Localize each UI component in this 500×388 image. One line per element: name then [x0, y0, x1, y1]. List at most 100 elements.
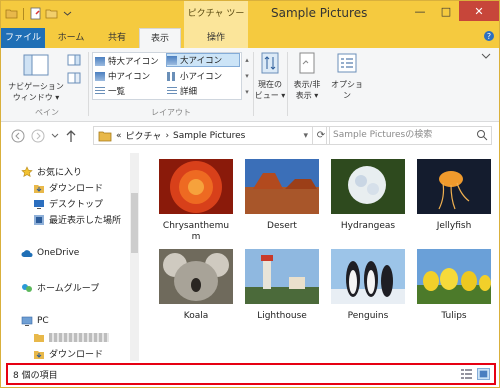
layout-large-icons[interactable]: 大アイコン — [166, 53, 240, 67]
tab-manage[interactable]: 操作 — [184, 28, 248, 48]
layout-details[interactable]: 詳細 — [167, 84, 237, 98]
layout-extra-large-icons[interactable]: 特大アイコン — [95, 54, 165, 68]
search-icon[interactable] — [476, 129, 488, 141]
help-icon[interactable]: ? — [483, 30, 495, 42]
file-item-chrysanthemum[interactable]: Chrysanthemu m — [155, 159, 237, 243]
thumbnail-lighthouse — [245, 249, 319, 304]
caption-buttons: — □ ✕ — [407, 1, 499, 21]
current-view-button[interactable]: 現在の ビュー ▾ — [254, 52, 286, 101]
thumbnail-desert — [245, 159, 319, 214]
list-icon — [95, 86, 105, 96]
qat-separator — [23, 7, 24, 20]
file-name: Lighthouse — [257, 311, 307, 321]
thumbnail-penguins — [331, 249, 405, 304]
nav-onedrive[interactable]: OneDrive — [21, 248, 79, 258]
new-folder-icon[interactable] — [45, 7, 58, 20]
tab-view[interactable]: 表示 — [139, 28, 181, 48]
options-button[interactable]: オプション — [328, 52, 366, 101]
nav-favorites[interactable]: お気に入り — [21, 165, 82, 178]
details-pane-icon[interactable] — [67, 72, 81, 84]
breadcrumb-pictures[interactable]: ピクチャ — [126, 129, 162, 142]
options-label: オプション — [331, 80, 363, 100]
ribbon-tabs: ファイル ホーム 共有 表示 操作 — [1, 28, 499, 48]
context-tab-group-label: ピクチャ ツール — [184, 1, 248, 46]
thumbnail-jellyfish — [417, 159, 491, 214]
nav-downloads[interactable]: ダウンロード — [33, 181, 103, 194]
preview-pane-icon[interactable] — [67, 54, 81, 66]
thumbnail-koala — [159, 249, 233, 304]
downloads-icon — [34, 184, 44, 193]
back-icon[interactable] — [11, 129, 25, 143]
layout-medium-icons[interactable]: 中アイコン — [95, 69, 165, 83]
address-dropdown-icon[interactable]: ▾ — [303, 131, 308, 141]
nav-item-label: デスクトップ — [49, 200, 104, 210]
file-item-desert[interactable]: Desert — [241, 159, 323, 232]
forward-icon[interactable] — [31, 129, 45, 143]
user-folder-icon — [34, 334, 44, 342]
file-item-penguins[interactable]: Penguins — [327, 249, 409, 322]
nav-homegroup-label: ホームグループ — [37, 284, 100, 294]
scrollbar-thumb[interactable] — [131, 193, 138, 253]
nav-item-label: 最近表示した場所 — [49, 216, 122, 226]
gallery-scroll[interactable]: ▴ ▾ ▾ — [243, 52, 251, 100]
redacted-name — [49, 332, 109, 342]
recent-places-icon — [34, 214, 44, 225]
properties-icon[interactable] — [29, 7, 42, 20]
downloads-icon — [34, 350, 44, 359]
title-bar: ピクチャ ツール Sample Pictures — □ ✕ — [1, 1, 499, 46]
layout-item-label: 詳細 — [180, 87, 198, 97]
file-item-hydrangeas[interactable]: Hydrangeas — [327, 159, 409, 232]
maximize-button[interactable]: □ — [433, 1, 459, 21]
up-arrow-icon[interactable] — [65, 129, 77, 143]
close-button[interactable]: ✕ — [459, 1, 499, 21]
item-count: 8 個の項目 — [13, 371, 58, 381]
breadcrumb-sample-pictures[interactable]: Sample Pictures — [173, 131, 245, 141]
file-item-koala[interactable]: Koala — [155, 249, 237, 322]
ribbon: ナビゲーション ウィンドウ ▾ ペイン 特大アイコン 大アイコン 中アイコン 小… — [1, 31, 499, 122]
thumbnail-chrysanthemum — [159, 159, 233, 214]
file-name: Hydrangeas — [340, 221, 396, 231]
show-hide-button[interactable]: 表示/非 表示 ▾ — [288, 52, 326, 101]
file-name: Chrysanthemu m — [162, 221, 230, 242]
show-hide-icon — [299, 52, 315, 74]
layout-item-label: 小アイコン — [180, 72, 223, 82]
nav-onedrive-label: OneDrive — [37, 248, 80, 258]
nav-pc[interactable]: PC — [21, 315, 49, 327]
file-item-jellyfish[interactable]: Jellyfish — [413, 159, 495, 232]
file-item-tulips[interactable]: Tulips — [413, 249, 495, 322]
recent-locations-icon[interactable] — [51, 132, 59, 140]
address-bar[interactable]: « ピクチャ › Sample Pictures ▾ — [93, 126, 313, 145]
navigation-bar: « ピクチャ › Sample Pictures ▾ ⟳ Sample Pict… — [1, 123, 499, 149]
layout-item-label: 一覧 — [108, 87, 126, 97]
layout-list[interactable]: 一覧 — [95, 84, 165, 98]
star-icon — [21, 165, 33, 177]
thumbnail-tulips — [417, 249, 491, 304]
details-view-icon[interactable] — [460, 368, 473, 380]
minimize-button[interactable]: — — [407, 1, 433, 21]
ribbon-separator — [88, 52, 89, 116]
nav-desktop[interactable]: デスクトップ — [33, 197, 103, 210]
extra-large-icons-icon — [95, 56, 105, 66]
nav-pc-user-folder[interactable] — [33, 331, 109, 343]
layout-small-icons[interactable]: 小アイコン — [167, 69, 237, 83]
chevron-down-icon[interactable] — [481, 52, 491, 60]
nav-homegroup[interactable]: ホームグループ — [21, 281, 99, 294]
desktop-icon — [34, 199, 44, 209]
tab-file[interactable]: ファイル — [1, 28, 45, 48]
search-input[interactable]: Sample Picturesの検索 — [326, 126, 492, 145]
chevron-down-icon[interactable] — [61, 7, 74, 20]
tab-home[interactable]: ホーム — [51, 28, 91, 48]
nav-recent-places[interactable]: 最近表示した場所 — [33, 213, 121, 226]
current-view-label: 現在の ビュー ▾ — [254, 80, 286, 100]
navigation-pane-button[interactable]: ナビゲーション ウィンドウ ▾ — [7, 54, 65, 103]
file-name: Jellyfish — [436, 221, 472, 231]
nav-pc-downloads[interactable]: ダウンロード — [33, 347, 103, 360]
file-item-lighthouse[interactable]: Lighthouse — [241, 249, 323, 322]
navigation-pane-scrollbar[interactable] — [130, 153, 139, 361]
breadcrumb-overflow[interactable]: « — [116, 131, 122, 141]
layout-gallery: 特大アイコン 大アイコン 中アイコン 小アイコン 一覧 詳細 — [92, 52, 242, 100]
explorer-window: ピクチャ ツール Sample Pictures — □ ✕ ファイル ホーム … — [0, 0, 500, 388]
large-icons-view-icon[interactable] — [477, 368, 490, 380]
tab-share[interactable]: 共有 — [97, 28, 137, 48]
view-switcher — [460, 368, 490, 380]
